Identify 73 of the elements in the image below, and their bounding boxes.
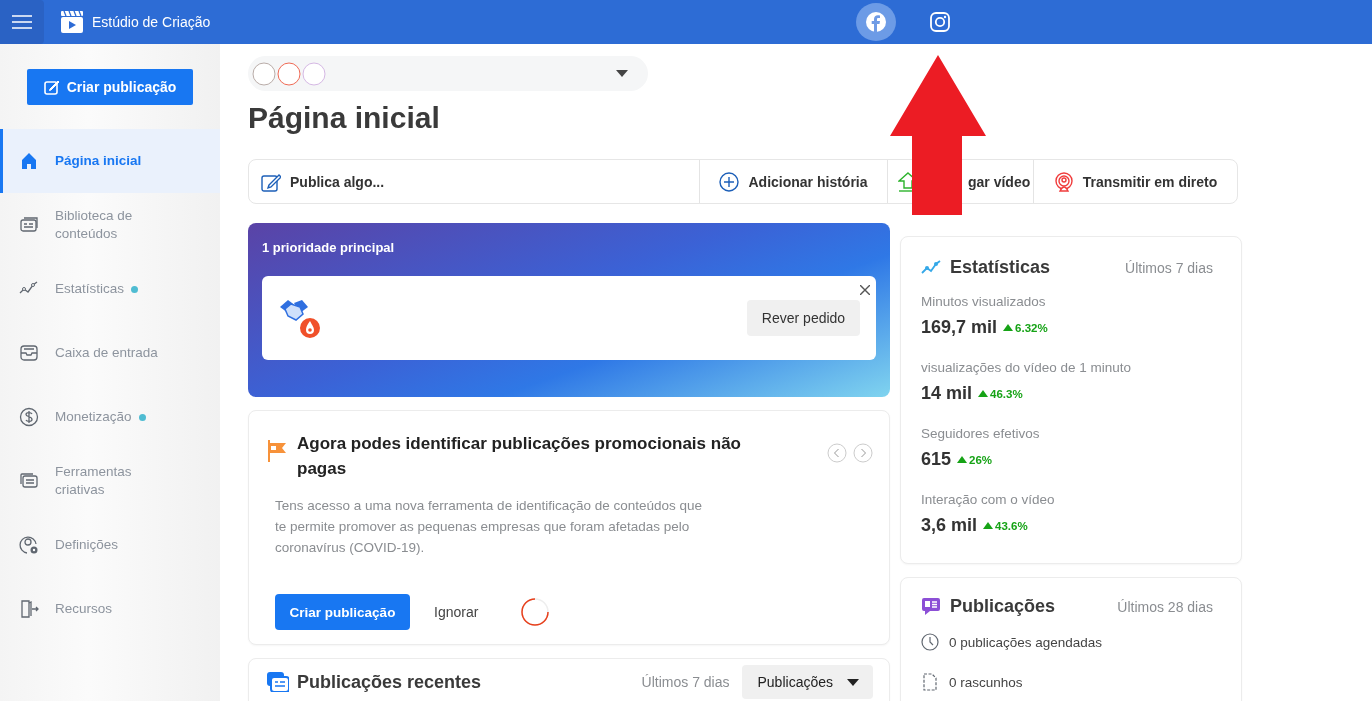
sidebar-item[interactable]: Estatísticas bbox=[0, 257, 220, 321]
loading-spinner-icon bbox=[520, 597, 551, 627]
metric-change: 43.6% bbox=[995, 519, 1028, 532]
sidebar-item[interactable]: Ferramentas criativas bbox=[0, 449, 220, 513]
period-label: Últimos 7 dias bbox=[641, 674, 730, 690]
sidebar-item[interactable]: Definições bbox=[0, 513, 220, 577]
cards-icon bbox=[267, 672, 289, 692]
section-title: Estatísticas bbox=[950, 257, 1051, 278]
facebook-icon bbox=[866, 12, 886, 32]
dollar-icon bbox=[19, 407, 39, 427]
section-title: Publicações recentes bbox=[297, 671, 482, 693]
metric-label: Seguidores efetivos bbox=[921, 426, 1041, 441]
period-label: Últimos 7 dias bbox=[1125, 259, 1213, 276]
metric-value: 615 bbox=[921, 449, 952, 470]
menu-icon bbox=[12, 15, 32, 29]
priority-title: 1 prioridade principal bbox=[262, 240, 396, 255]
speech-bubble-icon bbox=[921, 596, 941, 617]
metric-change: 26% bbox=[969, 453, 993, 466]
edit-icon bbox=[261, 171, 281, 192]
next-icon bbox=[853, 443, 873, 463]
close-icon bbox=[860, 285, 870, 295]
metric-change: 6.32% bbox=[1015, 321, 1048, 334]
tray-icon bbox=[19, 343, 39, 363]
metric-value: 169,7 mil bbox=[921, 317, 998, 338]
broadcast-icon bbox=[1053, 171, 1074, 192]
home-icon bbox=[19, 151, 39, 171]
action-button[interactable]: Adicionar história bbox=[700, 160, 888, 203]
sidebar-item[interactable]: Biblioteca de conteúdos bbox=[0, 193, 220, 257]
metric-label: Minutos visualizados bbox=[921, 294, 1047, 309]
metric-label: Interação com o vídeo bbox=[921, 492, 1056, 507]
app-title: Estúdio de Criação bbox=[92, 14, 211, 30]
up-triangle-icon bbox=[957, 456, 968, 463]
camera-icon bbox=[930, 12, 950, 32]
sidebar-item[interactable]: Recursos bbox=[0, 577, 220, 641]
promo-title: Agora podes identificar publicações promocionais não pagas bbox=[297, 433, 742, 480]
edit-icon bbox=[43, 79, 60, 95]
filter-dropdown[interactable]: Publicações bbox=[741, 665, 873, 699]
previous-icon bbox=[827, 443, 847, 463]
page-heading: Página inicial bbox=[248, 100, 441, 136]
menu-button[interactable] bbox=[0, 0, 44, 44]
metric-value: 3,6 mil bbox=[921, 515, 978, 536]
document-icon bbox=[921, 673, 939, 691]
up-triangle-icon bbox=[978, 390, 989, 397]
add-icon bbox=[719, 171, 740, 192]
action-button[interactable]: Publica algo... bbox=[249, 160, 700, 203]
clock-icon bbox=[921, 633, 939, 651]
promo-description: Tens acesso a uma nova ferramenta de identificação de conteúdos que te permite promover as pequenas empresas que foram afetadas pelo coronavírus (COVID-19). bbox=[275, 497, 704, 557]
post-count: 0 rascunhos bbox=[949, 674, 1023, 690]
metric-change: 46.3% bbox=[990, 387, 1023, 400]
clapperboard-icon bbox=[61, 11, 83, 33]
caret-icon bbox=[616, 70, 628, 77]
user-gear-icon bbox=[19, 535, 39, 555]
sidebar-item[interactable]: Caixa de entrada bbox=[0, 321, 220, 385]
caret-icon bbox=[847, 678, 859, 686]
section-title: Publicações bbox=[950, 596, 1056, 617]
flag-icon bbox=[267, 440, 287, 462]
sidebar-item[interactable]: Monetização bbox=[0, 385, 220, 449]
door-exit-icon bbox=[19, 599, 39, 619]
platform-tab[interactable] bbox=[856, 3, 896, 41]
create-post-button[interactable]: Criar publicação bbox=[27, 69, 193, 105]
period-label: Últimos 28 dias bbox=[1117, 598, 1213, 615]
action-button[interactable]: Transmitir em direto bbox=[1034, 160, 1237, 203]
post-count: 0 publicações agendadas bbox=[949, 634, 1103, 650]
metric-label: visualizações do vídeo de 1 minuto bbox=[921, 360, 1133, 375]
up-triangle-icon bbox=[983, 522, 994, 529]
up-triangle-icon bbox=[1003, 324, 1014, 331]
ignore-button[interactable]: Ignorar bbox=[434, 604, 497, 620]
review-request-button[interactable]: Rever pedido bbox=[747, 300, 860, 336]
sidebar-item[interactable]: Página inicial bbox=[0, 129, 220, 193]
cards-icon bbox=[19, 471, 39, 491]
create-post-button[interactable]: Criar publicação bbox=[275, 594, 410, 630]
metric-value: 14 mil bbox=[921, 383, 973, 404]
cards-icon bbox=[19, 215, 39, 235]
